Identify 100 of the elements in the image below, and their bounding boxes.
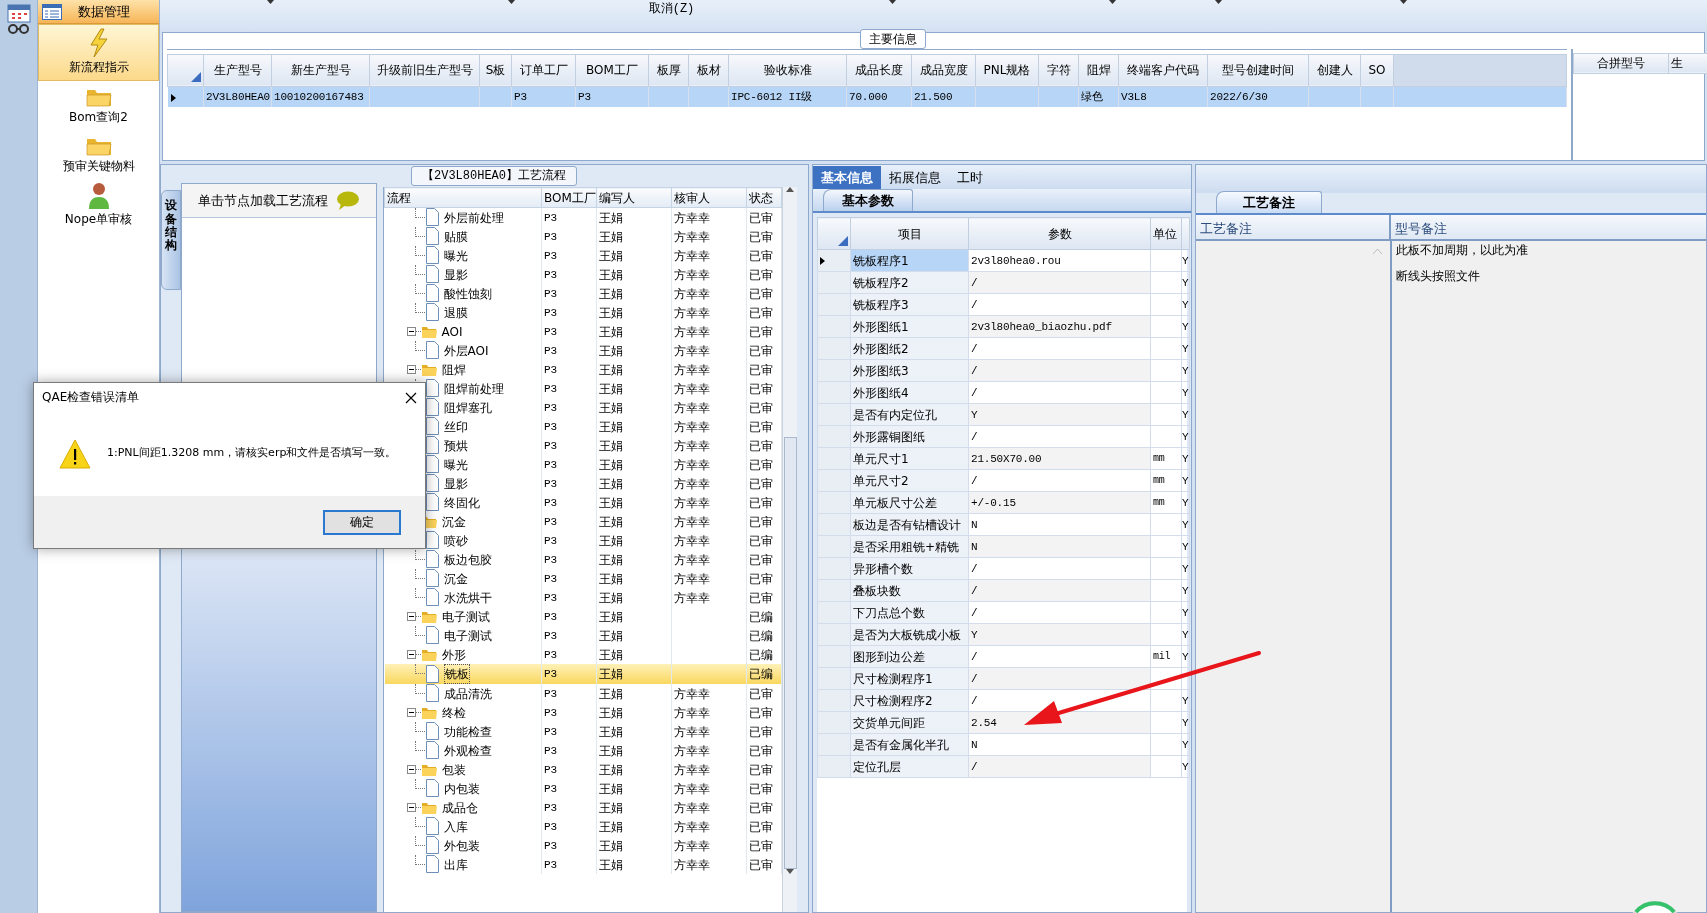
corner-icon [191,72,201,83]
expander-icon[interactable] [406,708,416,718]
note-text: 此板不加周期，以此为准 [1396,242,1528,260]
ok-button[interactable]: 确定 [323,509,401,535]
caret-icon [1400,0,1407,4]
person-icon [87,182,110,210]
tab[interactable]: 工时 [949,166,991,190]
table-cell: Y [1181,448,1190,470]
expander-icon[interactable] [406,327,416,337]
table-cell: 2v3l80hea0.rou [968,250,1151,272]
table-cell: Y [1181,250,1190,272]
column-header[interactable]: 板厚 [648,54,689,87]
document-icon [424,265,440,285]
row-header[interactable] [167,86,204,108]
expander-icon[interactable] [406,765,416,775]
sub-tab[interactable]: 基本参数 [823,189,913,212]
table-cell: mm [1150,470,1182,492]
column-header[interactable]: 型号备注 [1391,215,1706,240]
column-header[interactable]: 订单工厂 [511,54,576,87]
document-icon [424,208,440,228]
tree-label: 显影 [443,267,468,284]
table-cell: Y [1181,602,1190,624]
table-cell: / [968,382,1151,404]
document-icon [424,741,440,761]
column-header[interactable]: BOM工厂 [541,188,597,208]
column-header[interactable]: 项目 [850,218,969,250]
tree-label: 外层前处理 [443,210,504,227]
column-header[interactable]: 流程 [384,188,542,208]
folder-icon [420,762,438,778]
tab[interactable]: 工艺备注 [1216,191,1322,214]
corner-icon [838,236,848,246]
tree-label: 出库 [443,857,468,874]
table-cell: 2v3l80hea0_biaozhu.pdf [968,316,1151,338]
column-header[interactable]: BOM工厂 [575,54,649,87]
column-header[interactable]: 创建人 [1308,54,1361,87]
tree-label: 预烘 [443,438,468,455]
nav-item[interactable]: Nope单审核 [38,179,159,232]
document-icon [424,722,440,742]
column-header[interactable]: 核审人 [671,188,747,208]
document-icon [424,855,440,875]
tree-label: 终固化 [443,495,480,512]
column-header[interactable]: 生 [1668,53,1707,74]
expander-icon[interactable] [406,803,416,813]
nav-item[interactable]: 新流程指示 [38,24,159,81]
document-icon [424,227,440,247]
expander-icon[interactable] [406,612,416,622]
column-header[interactable]: 字符 [1038,54,1079,87]
document-icon [424,303,440,323]
tab[interactable]: 拓展信息 [881,166,949,190]
table-cell: / [968,756,1151,778]
table-cell: / [968,580,1151,602]
column-header[interactable]: 单位 [1150,218,1182,250]
tab[interactable]: 基本信息 [813,166,881,190]
document-icon [424,779,440,799]
column-header[interactable]: 新生产型号 [271,54,370,87]
table-cell: mm [1150,448,1182,470]
tree-label: 入库 [443,819,468,836]
column-header[interactable]: 合拼型号 [1573,53,1669,74]
caret-icon [1215,0,1222,4]
hint-text: 单击节点加载工艺流程 [198,191,328,210]
column-header[interactable]: 参数 [968,218,1151,250]
table-cell: / [968,470,1151,492]
column-header[interactable]: SO [1360,54,1394,87]
column-header[interactable]: 生产型号 [203,54,272,87]
row-header[interactable] [817,250,851,272]
table-cell: Y [1181,294,1190,316]
column-header[interactable]: 工艺备注 [1196,215,1392,240]
scrollbar-thumb[interactable] [783,437,797,870]
tree-label: 外形 [441,647,466,664]
group-title: 【2V3L80HEA0】工艺流程 [411,166,577,187]
column-header[interactable]: 终端客户代码 [1118,54,1208,87]
table-cell: N [968,536,1151,558]
column-header[interactable]: 板材 [688,54,729,87]
column-header[interactable]: 型号创建时间 [1207,54,1309,87]
dialog-title: QAE检查错误清单 [42,389,140,406]
table-cell: Y [1181,756,1190,778]
column-header[interactable]: 成品长度 [846,54,912,87]
expander-icon[interactable] [406,650,416,660]
column-header[interactable]: 成品宽度 [911,54,976,87]
expander-icon[interactable] [406,365,416,375]
side-tab[interactable]: 设备结构 [161,190,181,291]
caret-icon [508,0,515,4]
table-cell: +/-0.15 [968,492,1151,514]
column-header[interactable]: 阻焊 [1078,54,1119,87]
table-cell: 21.50X70.00 [968,448,1151,470]
document-icon [424,569,440,589]
nav-item[interactable]: Bom查询2 [38,81,159,130]
tree-label: 电子测试 [441,609,490,626]
cancel-label[interactable]: 取消(Z) [648,0,695,18]
row-indicator-icon [170,93,176,102]
column-header[interactable]: S板 [479,54,512,87]
document-icon [424,246,440,266]
table-cell: mil [1150,646,1182,668]
column-header[interactable]: 状态 [746,188,782,208]
column-header[interactable]: 编写人 [596,188,672,208]
column-header[interactable]: PNL规格 [975,54,1039,87]
nav-item[interactable]: 预审关键物料 [38,130,159,179]
table-cell: / [968,272,1151,294]
column-header[interactable]: 验收标准 [728,54,847,87]
column-header[interactable]: 升级前旧生产型号 [369,54,480,87]
